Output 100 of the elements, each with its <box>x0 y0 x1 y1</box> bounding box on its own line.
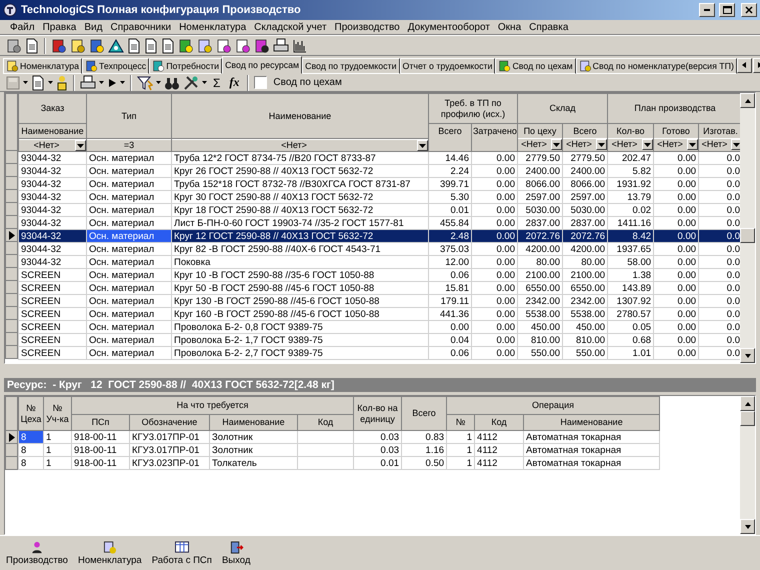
menu-item[interactable]: Складской учет <box>250 22 331 32</box>
tab[interactable]: Свод по номенклатуре(версия ТП) <box>576 58 737 74</box>
row-indicator[interactable] <box>6 430 18 444</box>
function-button[interactable]: fx <box>226 75 242 90</box>
caret-icon[interactable] <box>202 81 207 84</box>
shortcut-button[interactable]: Номенклатура <box>74 540 146 566</box>
column-header[interactable]: Наименование <box>172 94 428 138</box>
column-header[interactable]: Тип <box>86 94 172 138</box>
column-header[interactable]: Всего <box>564 124 607 138</box>
scrollbar-thumb[interactable] <box>740 411 755 426</box>
scroll-down-button[interactable] <box>740 519 755 534</box>
document-icon[interactable] <box>25 38 39 54</box>
column-filter[interactable]: =3 <box>88 140 170 150</box>
column-header[interactable]: Заказ <box>18 94 86 124</box>
column-header[interactable]: Наименование <box>18 124 86 138</box>
dropdown-button[interactable] <box>75 140 86 150</box>
maximize-button[interactable] <box>719 3 735 17</box>
table-cell: 0.0 <box>698 204 740 216</box>
menu-item[interactable]: Правка <box>38 22 80 32</box>
menu-item[interactable]: Производство <box>330 22 404 32</box>
document-icon[interactable] <box>161 38 175 54</box>
menu-item[interactable]: Справочники <box>106 22 176 32</box>
tools-icon[interactable] <box>183 74 199 90</box>
column-header[interactable]: По цеху <box>518 124 562 138</box>
menu-item[interactable]: Файл <box>6 22 39 32</box>
shortcut-button[interactable]: Работа с ПСп <box>148 540 216 566</box>
close-button[interactable] <box>741 3 757 17</box>
table-cell: Круг 10 -В ГОСТ 2590-88 //35-6 ГОСТ 1050-88 <box>172 268 428 282</box>
shortcut-button[interactable]: Выход <box>218 540 254 566</box>
play-icon[interactable] <box>107 78 117 88</box>
scroll-up-button[interactable] <box>740 93 755 108</box>
printer-icon[interactable] <box>273 38 289 54</box>
checkbox-label[interactable]: Свод по цехам <box>273 77 342 88</box>
scroll-down-button[interactable] <box>740 348 755 363</box>
menu-item[interactable]: Номенклатура <box>175 22 250 32</box>
dropdown-button[interactable] <box>596 139 607 150</box>
column-header[interactable]: Всего <box>402 396 447 430</box>
tab[interactable]: Потребности <box>149 58 222 74</box>
column-header[interactable]: Наименование <box>210 414 298 430</box>
table-cell: 1937.65 <box>608 242 654 256</box>
tab[interactable]: Свод по трудоемкости <box>302 58 400 74</box>
column-header[interactable]: Кол-во на единицу <box>354 396 402 430</box>
vertical-scrollbar[interactable] <box>740 396 755 534</box>
maximize-icon <box>722 6 732 14</box>
column-header[interactable]: № Уч-ка <box>44 396 72 430</box>
caret-icon[interactable] <box>23 81 28 84</box>
menu-item[interactable]: Документооборот <box>404 22 494 32</box>
filter-icon[interactable] <box>137 74 153 90</box>
column-header[interactable]: Кол-во <box>608 124 653 138</box>
dropdown-button[interactable] <box>551 139 562 150</box>
column-header[interactable]: Код <box>298 414 354 430</box>
tab[interactable]: Номенклатура <box>3 58 82 74</box>
menu-item[interactable]: Вид <box>80 22 106 32</box>
table-cell: SCREEN <box>18 268 86 282</box>
figure-icon[interactable] <box>56 74 68 90</box>
table-cell: 0.83 <box>402 430 447 444</box>
column-header[interactable]: Готово <box>654 124 698 138</box>
column-header[interactable]: Всего <box>428 124 472 152</box>
column-header[interactable]: Код <box>474 414 524 430</box>
minimize-button[interactable] <box>699 3 715 17</box>
caret-icon[interactable] <box>120 81 125 84</box>
caret-icon[interactable] <box>48 81 53 84</box>
document-icon[interactable] <box>31 74 45 90</box>
table-cell: Осн. материал <box>86 230 172 242</box>
printer-icon[interactable] <box>80 74 96 90</box>
column-header[interactable]: Изготав. <box>700 124 740 138</box>
column-header[interactable]: Затрачено <box>472 124 518 152</box>
column-header[interactable]: № Цеха <box>18 396 44 430</box>
dropdown-button[interactable] <box>642 139 653 150</box>
caret-icon[interactable] <box>156 81 161 84</box>
bar-chart-icon[interactable] <box>292 38 308 54</box>
scrollbar-thumb[interactable] <box>740 228 755 243</box>
scroll-up-button[interactable] <box>740 396 755 411</box>
dropdown-button[interactable] <box>731 139 740 150</box>
table-cell: Круг 12 ГОСТ 2590-88 // 40Х13 ГОСТ 5632-72 <box>172 230 428 242</box>
column-header[interactable]: Наименование <box>524 414 660 430</box>
tab[interactable]: Техпроцесс <box>82 58 150 74</box>
caret-icon[interactable] <box>99 81 104 84</box>
document-icon[interactable] <box>144 38 158 54</box>
menu-item[interactable]: Справка <box>525 22 572 32</box>
table-cell: 0.68 <box>608 334 654 346</box>
checkbox[interactable] <box>254 76 268 89</box>
vertical-scrollbar[interactable] <box>740 93 755 363</box>
table-cell: SCREEN <box>18 282 86 294</box>
menu-item[interactable]: Окна <box>494 22 526 32</box>
table-cell: 2.24 <box>428 164 472 178</box>
column-header[interactable]: Обозначение <box>130 414 210 430</box>
column-header[interactable]: ПСп <box>72 414 130 430</box>
shortcut-button[interactable]: Производство <box>2 540 72 566</box>
column-header[interactable]: № <box>446 414 475 430</box>
tab[interactable]: Свод по ресурсам <box>222 56 302 74</box>
dropdown-button[interactable] <box>417 140 428 150</box>
table-cell: 93044-32 <box>18 204 86 216</box>
scroll-left-button[interactable] <box>736 58 752 72</box>
tab[interactable]: Свод по цехам <box>495 58 576 74</box>
row-indicator[interactable] <box>6 228 18 242</box>
sum-button[interactable]: Σ <box>210 76 224 90</box>
tab[interactable]: Отчет о трудоемкости <box>400 58 496 74</box>
document-icon[interactable] <box>127 38 141 54</box>
dropdown-button[interactable] <box>687 139 698 150</box>
